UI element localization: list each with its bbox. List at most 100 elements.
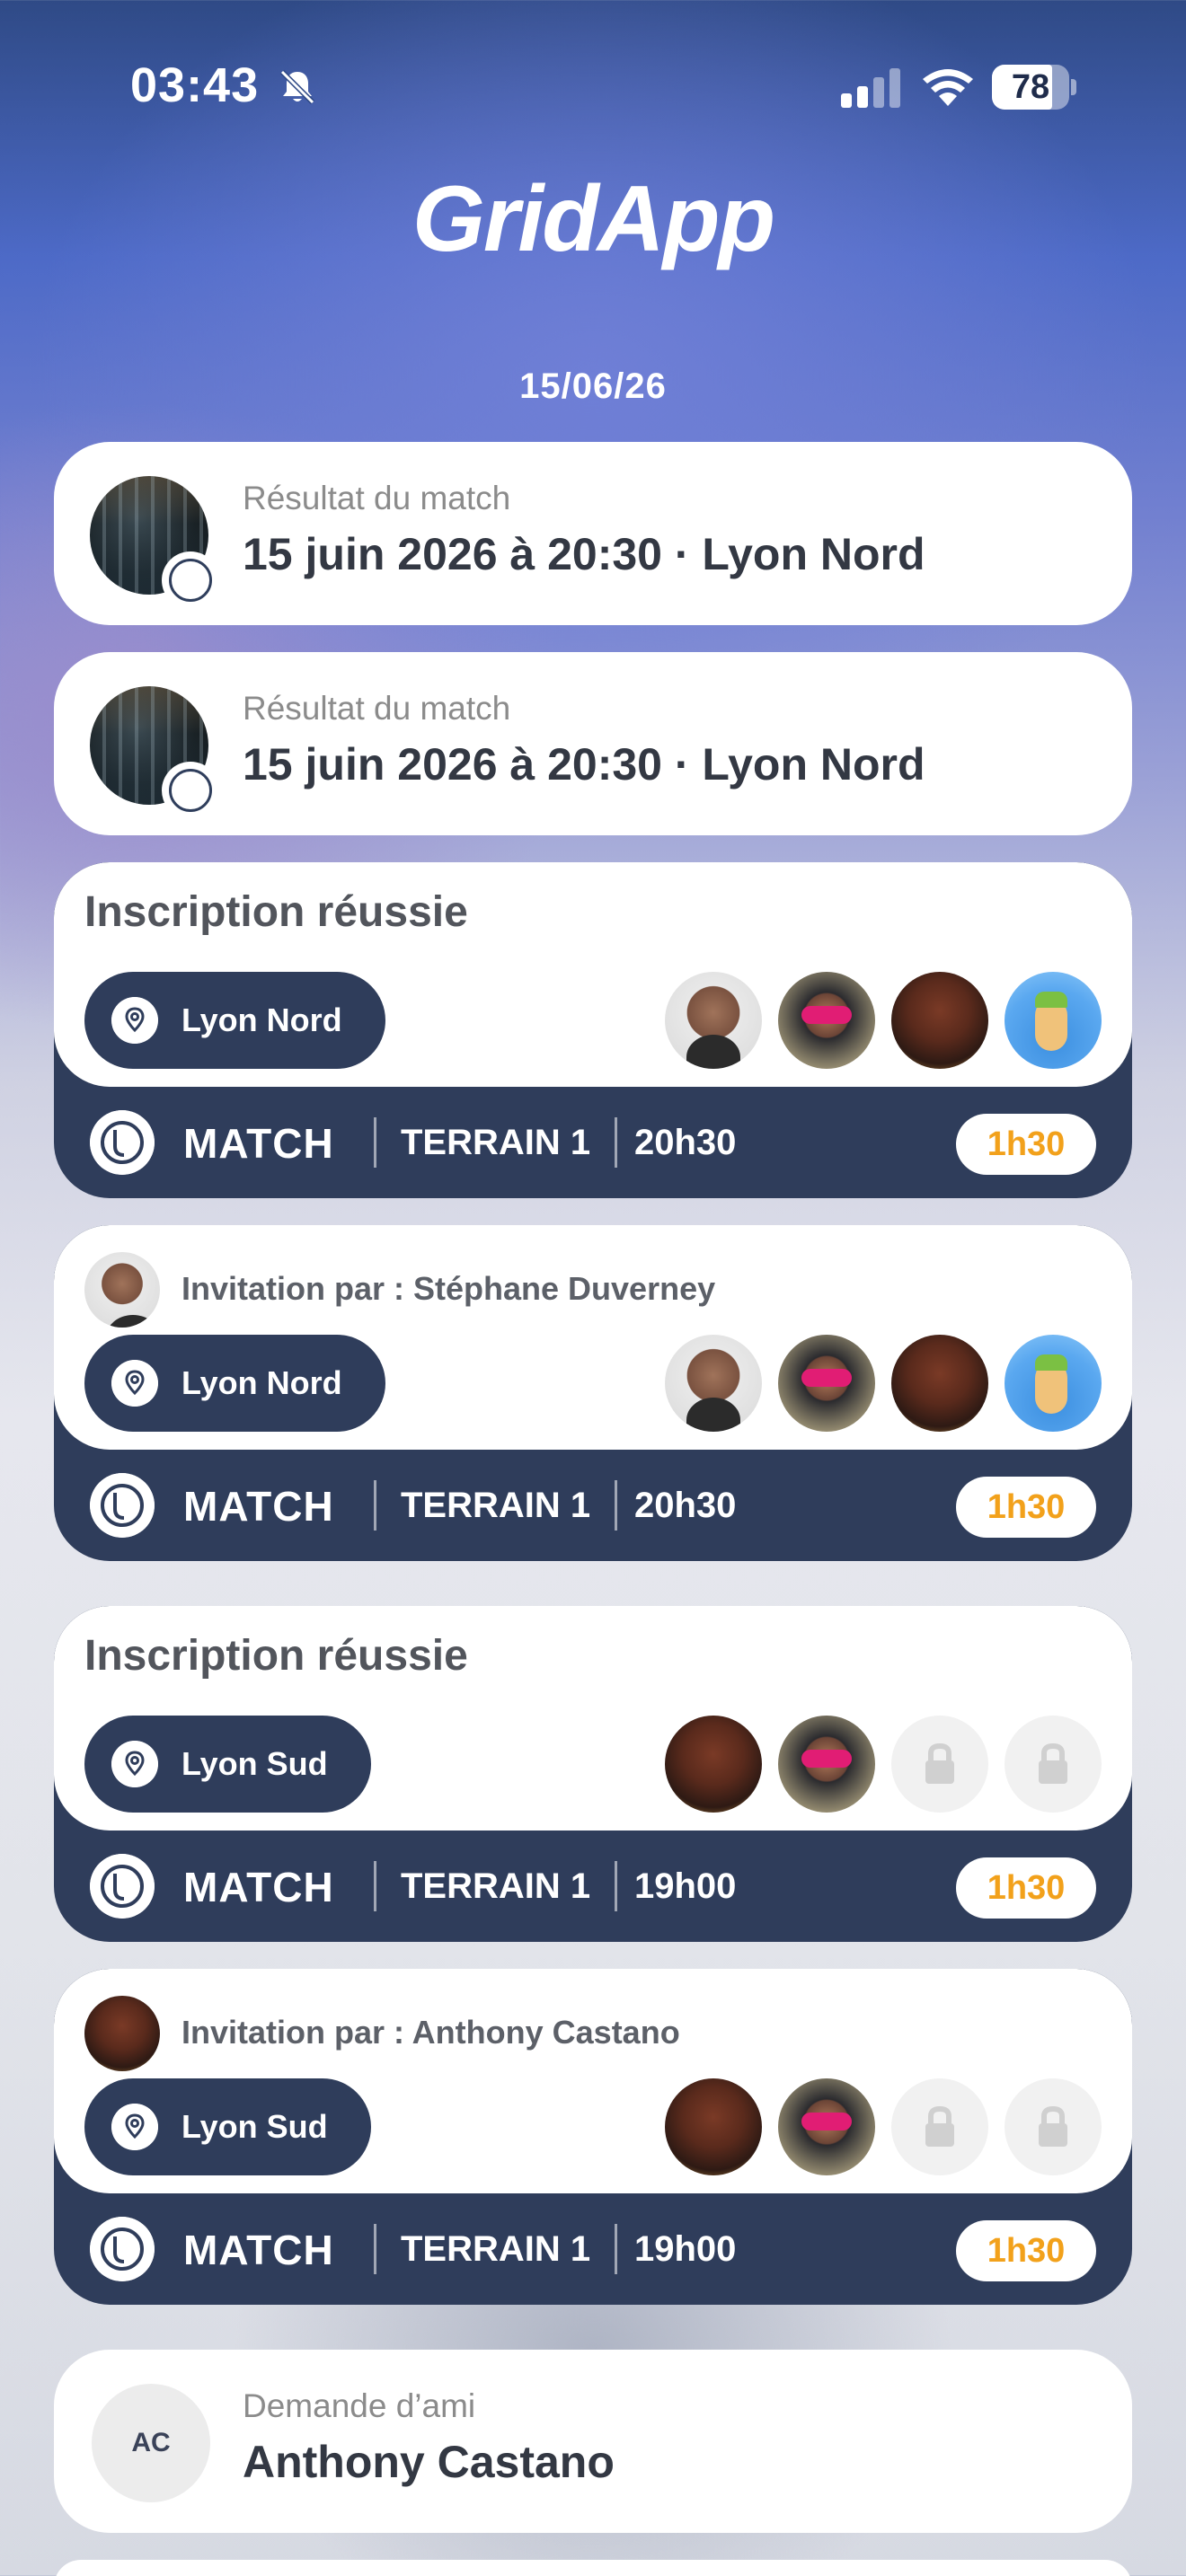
match-card[interactable]: Inscription réussie Lyon Sud MATCH TERRA… [54,1606,1132,1942]
terrain-label: TERRAIN 1 [401,1486,591,1525]
status-time: 03:43 [130,58,260,112]
match-label: MATCH [183,1120,334,1167]
card-title: 15 juin 2026 à 20:30 · Lyon Nord [243,739,925,790]
location-label: Lyon Nord [181,1001,342,1038]
lock-icon [925,2105,954,2147]
player-avatar[interactable] [665,972,762,1069]
location-pin-icon [111,997,158,1044]
duration-badge: 1h30 [956,2220,1096,2281]
battery-level: 78 [1011,68,1050,106]
divider [374,1480,376,1531]
location-pin-icon [111,1741,158,1787]
app-logo: GridApp [412,167,775,271]
club-logo-icon [90,1473,155,1538]
player-avatar[interactable] [778,972,875,1069]
match-time: 20h30 [634,1123,737,1162]
signal-icon [841,68,900,108]
match-info-bar: MATCH TERRAIN 1 20h30 1h30 [54,1087,1132,1198]
match-time: 19h00 [634,2229,737,2269]
player-avatar[interactable] [1005,1335,1102,1432]
locked-slot [1005,1716,1102,1813]
date-header: 15/06/26 [519,366,667,406]
initials-avatar: AC [92,2384,210,2502]
invite-text: Invitation par : Stéphane Duverney [181,1270,716,1307]
friend-request-card[interactable]: AC Demande d’ami Anthony Castano [54,2350,1132,2533]
player-avatars [665,1335,1102,1432]
club-logo-icon [162,762,219,819]
wifi-icon [923,69,973,106]
match-card[interactable]: Inscription réussie Lyon Nord MATCH TERR… [54,862,1132,1198]
player-avatar[interactable] [1005,972,1102,1069]
player-avatar[interactable] [665,1716,762,1813]
club-logo-icon [90,1110,155,1175]
match-info-bar: MATCH TERRAIN 1 19h00 1h30 [54,2193,1132,2305]
lock-icon [925,1742,954,1784]
location-pill[interactable]: Lyon Nord [84,972,385,1069]
match-label: MATCH [183,1864,334,1910]
locked-slot [891,2078,988,2175]
divider [374,1117,376,1168]
battery-icon: 78 [992,65,1076,110]
bell-muted-icon [279,69,315,105]
card-subtitle: Demande d’ami [243,2387,476,2424]
card-heading: Inscription réussie [84,888,468,936]
match-label: MATCH [183,1483,334,1530]
card-title: 15 juin 2026 à 20:30 · Lyon Nord [243,529,925,579]
player-avatar[interactable] [891,972,988,1069]
club-logo-icon [90,2217,155,2281]
divider [615,1480,617,1531]
club-logo-icon [90,1854,155,1919]
divider [615,2224,617,2274]
terrain-label: TERRAIN 1 [401,1866,591,1906]
match-info-bar: MATCH TERRAIN 1 19h00 1h30 [54,1831,1132,1942]
duration-badge: 1h30 [956,1857,1096,1919]
divider [374,2224,376,2274]
match-time: 20h30 [634,1486,737,1525]
invite-text: Invitation par : Anthony Castano [181,2014,680,2051]
friend-name: Anthony Castano [243,2437,615,2487]
match-info-bar: MATCH TERRAIN 1 20h30 1h30 [54,1450,1132,1561]
location-label: Lyon Sud [181,1745,328,1782]
card-subtitle: Résultat du match [243,480,511,516]
player-avatar[interactable] [778,1716,875,1813]
player-avatar[interactable] [665,2078,762,2175]
player-avatar[interactable] [891,1335,988,1432]
divider [374,1861,376,1911]
location-pill[interactable]: Lyon Nord [84,1335,385,1432]
terrain-label: TERRAIN 1 [401,1123,591,1162]
match-time: 19h00 [634,1866,737,1906]
divider [615,1117,617,1168]
duration-badge: 1h30 [956,1114,1096,1175]
duration-badge: 1h30 [956,1477,1096,1538]
location-label: Lyon Sud [181,2108,328,2145]
card-heading: Inscription réussie [84,1632,468,1680]
match-result-card[interactable]: Résultat du match 15 juin 2026 à 20:30 ·… [54,652,1132,835]
match-card[interactable]: Invitation par : Anthony Castano Lyon Su… [54,1969,1132,2305]
match-card[interactable]: Invitation par : Stéphane Duverney Lyon … [54,1225,1132,1561]
player-avatar[interactable] [665,1335,762,1432]
match-result-card[interactable]: Résultat du match 15 juin 2026 à 20:30 ·… [54,442,1132,625]
player-avatars [665,972,1102,1069]
location-pill[interactable]: Lyon Sud [84,1716,371,1813]
location-pin-icon [111,2104,158,2150]
locked-slot [1005,2078,1102,2175]
player-avatar[interactable] [778,1335,875,1432]
match-label: MATCH [183,2227,334,2273]
player-avatars [665,1716,1102,1813]
location-label: Lyon Nord [181,1364,342,1401]
location-pin-icon [111,1360,158,1407]
terrain-label: TERRAIN 1 [401,2229,591,2269]
status-bar: 03:43 78 [0,52,1186,124]
inviter-avatar [84,1996,160,2071]
lock-icon [1039,1742,1067,1784]
lock-icon [1039,2105,1067,2147]
next-card[interactable] [54,2560,1132,2576]
location-pill[interactable]: Lyon Sud [84,2078,371,2175]
locked-slot [891,1716,988,1813]
player-avatar[interactable] [778,2078,875,2175]
card-subtitle: Résultat du match [243,690,511,727]
inviter-avatar [84,1252,160,1328]
divider [615,1861,617,1911]
club-logo-icon [162,551,219,609]
player-avatars [665,2078,1102,2175]
